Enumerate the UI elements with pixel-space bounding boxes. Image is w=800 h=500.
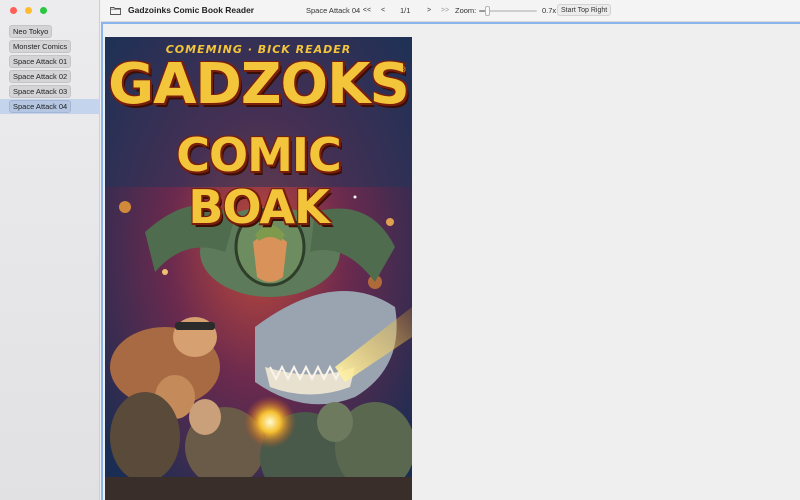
- current-series-label: Space Attack 04: [306, 6, 361, 15]
- series-list: Neo Tokyo Monster Comics Space Attack 01 Sp…: [0, 24, 100, 114]
- minimize-window-button[interactable]: [25, 7, 32, 14]
- zoom-label: Zoom:: [455, 6, 477, 15]
- sidebar-item-label: Space Attack 02: [9, 70, 72, 83]
- cover-title-line-2: COMIC BOAK: [176, 128, 342, 234]
- close-window-button[interactable]: [10, 7, 17, 14]
- comic-cover-page: COMEMING · BICK READER GADZOKS COMIC BOA…: [105, 37, 412, 500]
- sidebar-item-label: Space Attack 03: [9, 85, 72, 98]
- cover-title-line-1: GADZOKS: [108, 52, 410, 117]
- sidebar-item[interactable]: Space Attack 02: [0, 69, 100, 84]
- first-page-button[interactable]: <<: [361, 4, 373, 16]
- page-indicator: 1/1: [400, 6, 411, 15]
- sidebar-item[interactable]: Space Attack 03: [0, 84, 100, 99]
- sidebar-item[interactable]: Neo Tokyo: [0, 24, 100, 39]
- zoom-window-button[interactable]: [40, 7, 47, 14]
- folder-icon[interactable]: [110, 6, 121, 15]
- next-page-button[interactable]: >: [423, 4, 435, 16]
- sidebar-item-label: Neo Tokyo: [9, 25, 53, 38]
- last-page-button[interactable]: >>: [439, 4, 451, 16]
- toolbar: Gadzoinks Comic Book Reader Space Attack…: [101, 0, 800, 22]
- sidebar-item-label: Space Attack 04: [9, 100, 72, 113]
- sidebar-item-label: Space Attack 01: [9, 55, 72, 68]
- zoom-slider[interactable]: [479, 6, 537, 16]
- sidebar-item[interactable]: Space Attack 01: [0, 54, 100, 69]
- comic-viewer[interactable]: COMEMING · BICK READER GADZOKS COMIC BOA…: [101, 22, 800, 500]
- sidebar: Neo Tokyo Monster Comics Space Attack 01 Sp…: [0, 0, 100, 500]
- app-title: Gadzoinks Comic Book Reader: [128, 5, 255, 15]
- zoom-slider-thumb[interactable]: [485, 6, 491, 16]
- start-top-right-button[interactable]: Start Top Right: [557, 4, 612, 16]
- sidebar-item-label: Monster Comics: [9, 40, 72, 53]
- sidebar-item[interactable]: Monster Comics: [0, 39, 100, 54]
- window-controls: [10, 7, 47, 14]
- cover-registered-mark: ®: [400, 67, 406, 74]
- zoom-value: 0.7x: [542, 6, 557, 15]
- previous-page-button[interactable]: <: [377, 4, 389, 16]
- sidebar-item[interactable]: Space Attack 04: [0, 99, 100, 114]
